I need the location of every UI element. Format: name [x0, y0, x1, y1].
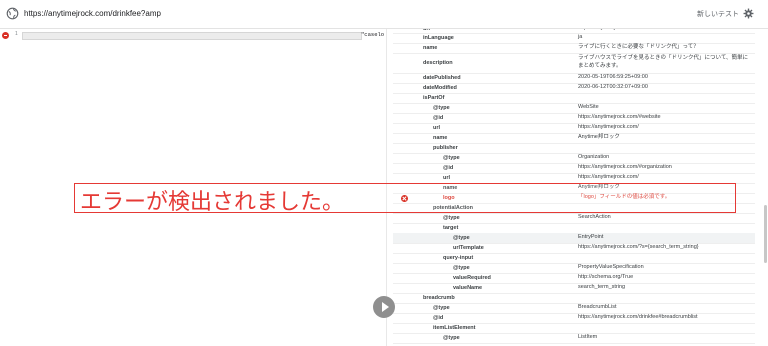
property-value: https://anytimejrock.com/ — [578, 124, 639, 131]
property-key: @type — [433, 305, 450, 311]
property-key: @type — [433, 105, 450, 111]
property-key: @id — [433, 115, 444, 121]
property-key: dateModified — [423, 85, 457, 91]
property-value: https://anytimejrock.com/#website — [578, 114, 661, 121]
property-key: @type — [453, 265, 470, 271]
property-value: SearchAction — [578, 214, 611, 221]
property-value: Anytime邦ロック — [578, 134, 620, 141]
scrollbar[interactable] — [764, 205, 767, 263]
run-test-button[interactable] — [373, 296, 395, 318]
error-icon — [2, 32, 9, 39]
property-value: https://anytimejrock.com/drinkfee#breadc… — [578, 314, 698, 321]
property-key: url — [433, 125, 441, 131]
property-value: https://anytimejrock.com/ — [578, 174, 639, 181]
error-x-icon — [401, 195, 408, 202]
property-key: @id — [443, 165, 454, 171]
page-url: https://anytimejrock.com/drinkfee?amp — [24, 9, 161, 18]
property-value: Organization — [578, 154, 610, 161]
property-row: @type ListItem — [393, 333, 755, 344]
property-key: @type — [443, 215, 460, 221]
top-bar: https://anytimejrock.com/drinkfee?amp 新し… — [0, 0, 768, 29]
property-value: ライブハウスでライブを見るときの「ドリンク代」について、簡単にまとめてみます。 — [578, 55, 749, 69]
code-line[interactable] — [22, 32, 362, 40]
property-value: search_term_string — [578, 284, 626, 291]
property-key: name — [423, 45, 438, 51]
property-key: description — [423, 60, 453, 66]
property-key: query-input — [443, 255, 474, 261]
line-number: 1 — [15, 31, 18, 37]
property-value: ライブに行くときに必要な「ドリンク代」って？ — [578, 44, 699, 51]
property-key: url — [423, 29, 431, 32]
property-key: @type — [443, 155, 460, 161]
property-value: https://anytimejrock.com/?s={search_term… — [578, 244, 699, 251]
property-key: @id — [433, 315, 444, 321]
property-key: @type — [443, 335, 460, 341]
globe-icon — [6, 7, 19, 20]
property-value: PropertyValueSpecification — [578, 264, 644, 271]
property-value: BreadcrumbList — [578, 304, 617, 311]
property-value: http://schema.org/True — [578, 274, 634, 281]
error-annotation: エラーが検出されました。 — [80, 190, 345, 215]
new-test-button[interactable]: 新しいテスト — [697, 9, 739, 19]
property-value: 2020-06-12T00:32:07+09:00 — [578, 84, 648, 91]
property-value: EntryPoint — [578, 234, 604, 241]
property-key: @type — [453, 235, 470, 241]
property-key: url — [443, 175, 451, 181]
property-key: datePublished — [423, 75, 461, 81]
property-key: target — [443, 225, 459, 231]
property-value: WebSite — [578, 104, 599, 111]
property-value: https://anytimejrock.com/#organization — [578, 164, 672, 171]
property-key: itemListElement — [433, 325, 476, 331]
property-row: description ライブハウスでライブを見るときの「ドリンク代」について、簡… — [393, 53, 755, 74]
property-value: 2020-05-19T06:59:25+09:00 — [578, 74, 648, 81]
property-key: inLanguage — [423, 35, 454, 41]
gear-icon[interactable] — [743, 8, 754, 19]
property-key: breadcrumb — [423, 295, 455, 301]
property-key: name — [433, 135, 448, 141]
property-key: valueName — [453, 285, 483, 291]
property-key: publisher — [433, 145, 458, 151]
property-value: ja — [578, 34, 583, 41]
code-tail: "caselo — [361, 31, 385, 38]
property-key: valueRequired — [453, 275, 491, 281]
property-value: ListItem — [578, 334, 598, 341]
property-key: urlTemplate — [453, 245, 484, 251]
property-key: isPartOf — [423, 95, 445, 101]
